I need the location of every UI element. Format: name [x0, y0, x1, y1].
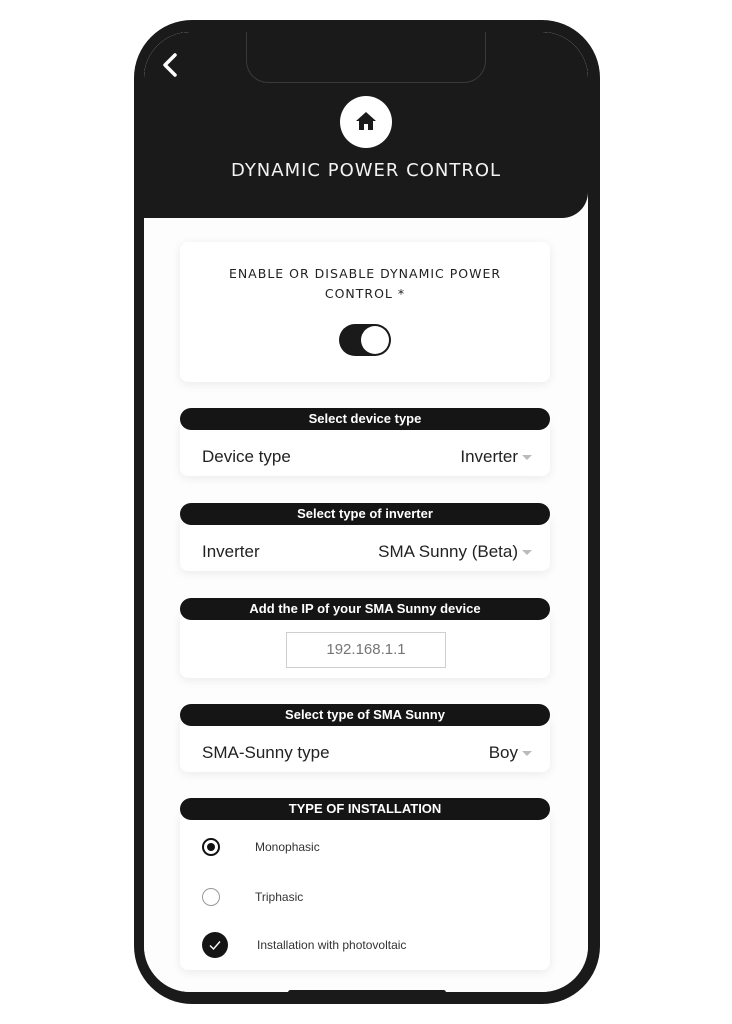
- inverter-type-label: Inverter: [202, 542, 260, 561]
- installation-header: TYPE OF INSTALLATION: [180, 798, 550, 820]
- ip-input[interactable]: [286, 632, 446, 668]
- radio-unselected-icon[interactable]: [202, 888, 220, 906]
- inverter-type-header: Select type of inverter: [180, 503, 550, 525]
- device-type-label: Device type: [202, 447, 291, 466]
- back-button[interactable]: [156, 50, 186, 80]
- page-title: DYNAMIC POWER CONTROL: [230, 160, 502, 181]
- phone-notch: [246, 32, 486, 83]
- home-logo: [340, 96, 392, 148]
- app-header: DYNAMIC POWER CONTROL: [144, 32, 588, 218]
- dropdown-caret-icon: [522, 550, 532, 555]
- dynamic-power-toggle[interactable]: [339, 324, 391, 356]
- toggle-knob: [361, 326, 389, 354]
- home-icon: [356, 112, 376, 130]
- checkmark-icon: [209, 941, 221, 951]
- option-label: Triphasic: [255, 890, 304, 904]
- toggle-label: ENABLE OR DISABLE DYNAMIC POWER CONTROL …: [228, 266, 502, 301]
- device-type-value: Inverter: [460, 447, 518, 466]
- installation-card: Monophasic Triphasic Installation with p…: [180, 810, 550, 970]
- checkbox-checked[interactable]: [202, 932, 228, 958]
- phone-screen: DYNAMIC POWER CONTROL ENABLE OR DISABLE …: [144, 32, 588, 992]
- home-indicator: [288, 990, 446, 992]
- chevron-left-icon: [163, 53, 177, 77]
- device-type-header: Select device type: [180, 408, 550, 430]
- sma-type-value: Boy: [488, 743, 518, 762]
- dynamic-power-toggle-card: ENABLE OR DISABLE DYNAMIC POWER CONTROL …: [180, 242, 550, 382]
- sma-type-header: Select type of SMA Sunny: [180, 704, 550, 726]
- dropdown-caret-icon: [522, 455, 532, 460]
- radio-selected-icon[interactable]: [202, 838, 220, 856]
- ip-header: Add the IP of your SMA Sunny device: [180, 598, 550, 620]
- ip-card: [180, 610, 550, 678]
- sma-type-label: SMA-Sunny type: [202, 743, 330, 762]
- option-label: Monophasic: [255, 840, 320, 854]
- dropdown-caret-icon: [522, 751, 532, 756]
- option-label: Installation with photovoltaic: [257, 938, 407, 952]
- inverter-type-value: SMA Sunny (Beta): [378, 542, 518, 561]
